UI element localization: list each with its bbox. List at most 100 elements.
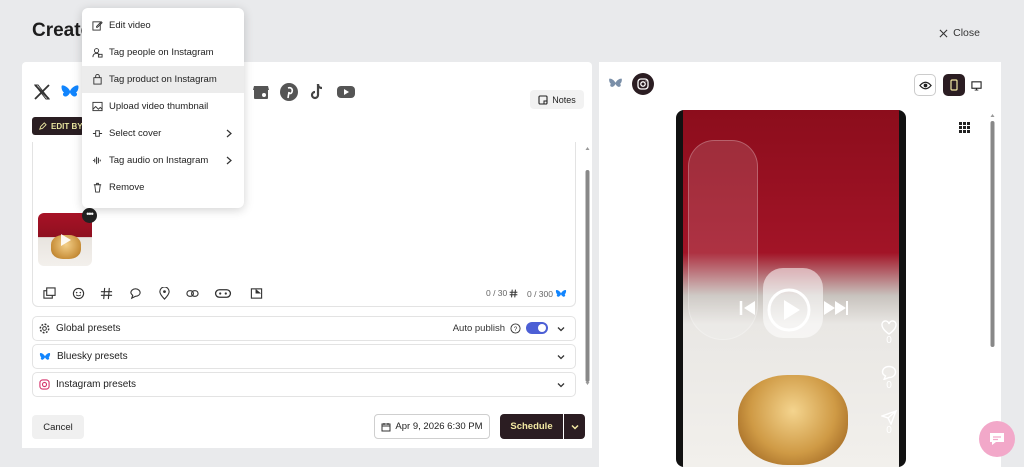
comment-count: 0 bbox=[886, 380, 892, 391]
pinterest-icon[interactable] bbox=[277, 80, 301, 104]
char-count: 0 / 300 bbox=[527, 289, 553, 299]
help-icon[interactable]: ? bbox=[510, 322, 521, 334]
chevron-down-icon[interactable] bbox=[556, 324, 566, 334]
link-icon[interactable] bbox=[185, 286, 199, 300]
schedule-button[interactable]: Schedule bbox=[500, 414, 563, 439]
menu-item-remove[interactable]: Remove bbox=[82, 174, 244, 201]
fast-forward-icon[interactable] bbox=[823, 299, 849, 317]
preview-card-icon[interactable] bbox=[249, 286, 263, 300]
compose-scrollbar[interactable] bbox=[585, 146, 590, 386]
cancel-button[interactable]: Cancel bbox=[32, 415, 84, 439]
youtube-icon[interactable] bbox=[334, 80, 358, 104]
chevron-right-icon bbox=[226, 156, 232, 165]
menu-item-label: Select cover bbox=[109, 128, 162, 139]
menu-item-tag-people[interactable]: Tag people on Instagram bbox=[82, 39, 244, 66]
menu-item-select-cover[interactable]: Select cover bbox=[82, 120, 244, 147]
menu-item-label: Remove bbox=[109, 182, 145, 193]
edit-icon bbox=[39, 121, 47, 130]
perfume-bottle-image bbox=[738, 375, 848, 465]
ai-assistant-icon[interactable] bbox=[214, 286, 232, 300]
instagram-presets-label: Instagram presets bbox=[56, 379, 137, 390]
auto-publish-label: Auto publish bbox=[452, 322, 505, 334]
menu-item-label: Tag people on Instagram bbox=[109, 47, 214, 58]
edit-icon bbox=[92, 21, 103, 31]
notes-icon bbox=[538, 94, 548, 105]
video-preview[interactable]: 0 0 0 bbox=[683, 110, 899, 467]
menu-item-label: Edit video bbox=[109, 20, 151, 31]
bluesky-icon[interactable] bbox=[58, 80, 82, 104]
bluesky-icon bbox=[609, 78, 622, 87]
bluesky-presets-row[interactable]: Bluesky presets bbox=[32, 344, 576, 369]
schedule-date: Apr 9, 2026 6:30 PM bbox=[395, 421, 483, 432]
visibility-toggle[interactable] bbox=[914, 74, 936, 96]
menu-item-tag-product[interactable]: Tag product on Instagram bbox=[82, 66, 244, 93]
comment-icon[interactable] bbox=[128, 286, 142, 300]
rewind-icon[interactable] bbox=[738, 299, 758, 317]
chevron-right-icon bbox=[226, 129, 232, 138]
location-icon[interactable] bbox=[157, 286, 171, 300]
grid-view-icon[interactable] bbox=[959, 120, 970, 138]
preview-scrollbar[interactable] bbox=[990, 113, 995, 445]
desktop-view-button[interactable] bbox=[965, 74, 987, 96]
bluesky-presets-label: Bluesky presets bbox=[57, 351, 128, 362]
heart-icon[interactable] bbox=[881, 320, 897, 335]
share-counter: 0 bbox=[881, 410, 897, 436]
chevron-down-icon[interactable] bbox=[556, 352, 566, 362]
global-presets-label: Global presets bbox=[56, 323, 121, 334]
notes-button[interactable]: Notes bbox=[530, 90, 584, 109]
instagram-preview-tab[interactable] bbox=[632, 73, 654, 95]
play-icon bbox=[56, 231, 74, 249]
play-icon[interactable] bbox=[767, 288, 811, 332]
bluesky-preview-tab[interactable] bbox=[608, 76, 623, 96]
comment-counter: 0 bbox=[881, 365, 897, 391]
close-button[interactable]: Close bbox=[939, 27, 980, 39]
gear-icon bbox=[39, 323, 50, 334]
hashtag-icon bbox=[509, 289, 518, 297]
desktop-icon bbox=[970, 80, 982, 91]
chevron-down-icon[interactable] bbox=[556, 380, 566, 390]
media-library-icon[interactable] bbox=[42, 286, 56, 300]
close-label: Close bbox=[953, 27, 980, 39]
global-presets-row[interactable]: Global presets Auto publish ? bbox=[32, 316, 576, 341]
hashtag-counter: 0 / 30 bbox=[486, 288, 518, 298]
mobile-view-button[interactable] bbox=[943, 74, 965, 96]
bluesky-icon bbox=[555, 290, 567, 297]
menu-item-label: Tag product on Instagram bbox=[109, 74, 217, 85]
video-context-menu: Edit video Tag people on Instagram Tag p… bbox=[82, 8, 244, 208]
auto-publish-toggle[interactable] bbox=[526, 322, 548, 334]
close-icon bbox=[939, 29, 948, 37]
chat-support-button[interactable] bbox=[979, 421, 1015, 457]
like-counter: 0 bbox=[881, 320, 897, 346]
menu-item-tag-audio[interactable]: Tag audio on Instagram bbox=[82, 147, 244, 174]
schedule-date-button[interactable]: Apr 9, 2026 6:30 PM bbox=[374, 414, 490, 439]
user-tag-icon bbox=[92, 48, 103, 58]
calendar-icon bbox=[381, 422, 391, 431]
menu-item-label: Tag audio on Instagram bbox=[109, 155, 209, 166]
hashtag-count: 0 / 30 bbox=[486, 288, 508, 298]
x-icon[interactable] bbox=[30, 80, 54, 104]
instagram-presets-row[interactable]: Instagram presets bbox=[32, 372, 576, 397]
hashtag-icon[interactable] bbox=[99, 286, 113, 300]
audio-icon bbox=[92, 156, 101, 165]
like-count: 0 bbox=[886, 335, 892, 346]
notes-label: Notes bbox=[552, 94, 576, 105]
phone-preview: 0 0 0 bbox=[676, 110, 906, 467]
send-icon[interactable] bbox=[881, 410, 897, 425]
schedule-options-button[interactable] bbox=[564, 414, 585, 439]
edit-by-label: EDIT BY bbox=[51, 121, 83, 131]
cover-icon bbox=[92, 130, 103, 137]
menu-item-label: Upload video thumbnail bbox=[109, 101, 209, 112]
char-counter: 0 / 300 bbox=[527, 288, 567, 300]
trash-icon bbox=[93, 182, 102, 193]
more-options-icon[interactable]: ••• bbox=[82, 208, 97, 223]
svg-text:?: ? bbox=[514, 325, 518, 332]
emoji-icon[interactable] bbox=[71, 286, 85, 300]
google-business-icon[interactable] bbox=[249, 80, 273, 104]
comment-icon[interactable] bbox=[881, 365, 897, 380]
auto-publish-control: Auto publish ? bbox=[453, 322, 548, 334]
edit-by-badge[interactable]: EDIT BY bbox=[32, 117, 84, 135]
menu-item-edit-video[interactable]: Edit video bbox=[82, 12, 244, 39]
instagram-icon bbox=[637, 78, 649, 90]
tiktok-icon[interactable] bbox=[305, 80, 329, 104]
menu-item-upload-thumbnail[interactable]: Upload video thumbnail bbox=[82, 93, 244, 120]
